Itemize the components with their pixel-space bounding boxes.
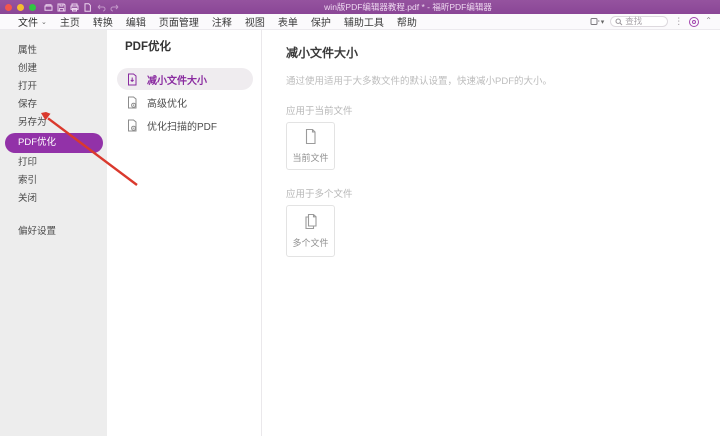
multiple-files-card[interactable]: 多个文件: [286, 205, 335, 257]
advanced-optimize-icon: [126, 96, 138, 109]
save-icon[interactable]: [57, 3, 66, 12]
menu-help[interactable]: 帮助: [397, 14, 417, 29]
sidebar-item-save-as[interactable]: 另存为: [0, 114, 107, 132]
sidebar-item-create[interactable]: 创建: [0, 60, 107, 78]
search-icon: [615, 18, 623, 26]
close-button[interactable]: [5, 4, 12, 11]
open-icon[interactable]: [44, 3, 53, 12]
redo-icon[interactable]: [110, 3, 120, 12]
sidebar-item-preferences[interactable]: 偏好设置: [0, 223, 107, 241]
optimize-panel: PDF优化 减小文件大小 高级优化: [107, 30, 262, 436]
zoom-button[interactable]: [29, 4, 36, 11]
menu-page-manage[interactable]: 页面管理: [159, 14, 199, 29]
current-file-card[interactable]: 当前文件: [286, 122, 335, 170]
reduce-size-icon: [126, 73, 138, 86]
file-menu-sidebar: 属性 创建 打开 保存 另存为 PDF优化 打印 索引 关闭 偏好设置: [0, 30, 107, 436]
sidebar-item-index[interactable]: 索引: [0, 172, 107, 190]
content-panel: 减小文件大小 通过使用适用于大多数文件的默认设置，快速减小PDF的大小。 应用于…: [262, 30, 720, 436]
menu-form[interactable]: 表单: [278, 14, 298, 29]
pdf-editor-window: win版PDF编辑器教程.pdf * - 福昕PDF编辑器 文件⌄ 主页 转换 …: [0, 0, 720, 436]
sidebar-item-pdf-optimize[interactable]: PDF优化: [5, 133, 103, 153]
scanned-pdf-icon: [126, 119, 138, 132]
sidebar-item-close[interactable]: 关闭: [0, 190, 107, 208]
search-input[interactable]: 查找: [610, 16, 668, 27]
new-document-icon[interactable]: [83, 3, 92, 12]
multiple-files-icon: [303, 213, 319, 230]
menu-protect[interactable]: 保护: [311, 14, 331, 29]
search-placeholder: 查找: [625, 16, 642, 27]
sidebar-item-open[interactable]: 打开: [0, 78, 107, 96]
menu-convert[interactable]: 转换: [93, 14, 113, 29]
multiple-files-card-label: 多个文件: [292, 236, 328, 249]
titlebar: win版PDF编辑器教程.pdf * - 福昕PDF编辑器: [0, 0, 720, 14]
undo-icon[interactable]: [96, 3, 106, 12]
sidebar-item-print[interactable]: 打印: [0, 154, 107, 172]
account-icon[interactable]: [689, 17, 699, 27]
more-options-icon[interactable]: ⋮: [674, 16, 683, 27]
menubar: 文件⌄ 主页 转换 编辑 页面管理 注释 视图 表单 保护 辅助工具 帮助 ▾ …: [0, 14, 720, 30]
menu-accessibility[interactable]: 辅助工具: [344, 14, 384, 29]
menu-edit[interactable]: 编辑: [126, 14, 146, 29]
optimize-panel-title: PDF优化: [107, 38, 261, 54]
print-icon[interactable]: [70, 3, 79, 12]
menu-file[interactable]: 文件⌄: [18, 14, 47, 29]
minimize-button[interactable]: [17, 4, 24, 11]
content-title: 减小文件大小: [286, 44, 720, 61]
menu-comment[interactable]: 注释: [212, 14, 232, 29]
optimize-item-advanced[interactable]: 高级优化: [117, 91, 253, 113]
menu-view[interactable]: 视图: [245, 14, 265, 29]
content-description: 通过使用适用于大多数文件的默认设置，快速减小PDF的大小。: [286, 73, 720, 87]
search-mode-icon[interactable]: ▾: [590, 17, 605, 26]
section-label-multiple-files: 应用于多个文件: [286, 186, 720, 200]
chevron-down-icon: ⌄: [41, 18, 47, 26]
optimize-item-reduce-size[interactable]: 减小文件大小: [117, 68, 253, 90]
traffic-lights: [5, 4, 36, 11]
optimize-item-scanned-pdf[interactable]: 优化扫描的PDF: [117, 114, 253, 136]
sidebar-item-properties[interactable]: 属性: [0, 42, 107, 60]
sidebar-item-save[interactable]: 保存: [0, 96, 107, 114]
menu-home[interactable]: 主页: [60, 14, 80, 29]
single-file-icon: [303, 128, 318, 145]
collapse-toolbar-icon[interactable]: ⌃: [705, 16, 712, 25]
current-file-card-label: 当前文件: [292, 151, 328, 164]
section-label-current-file: 应用于当前文件: [286, 103, 720, 117]
